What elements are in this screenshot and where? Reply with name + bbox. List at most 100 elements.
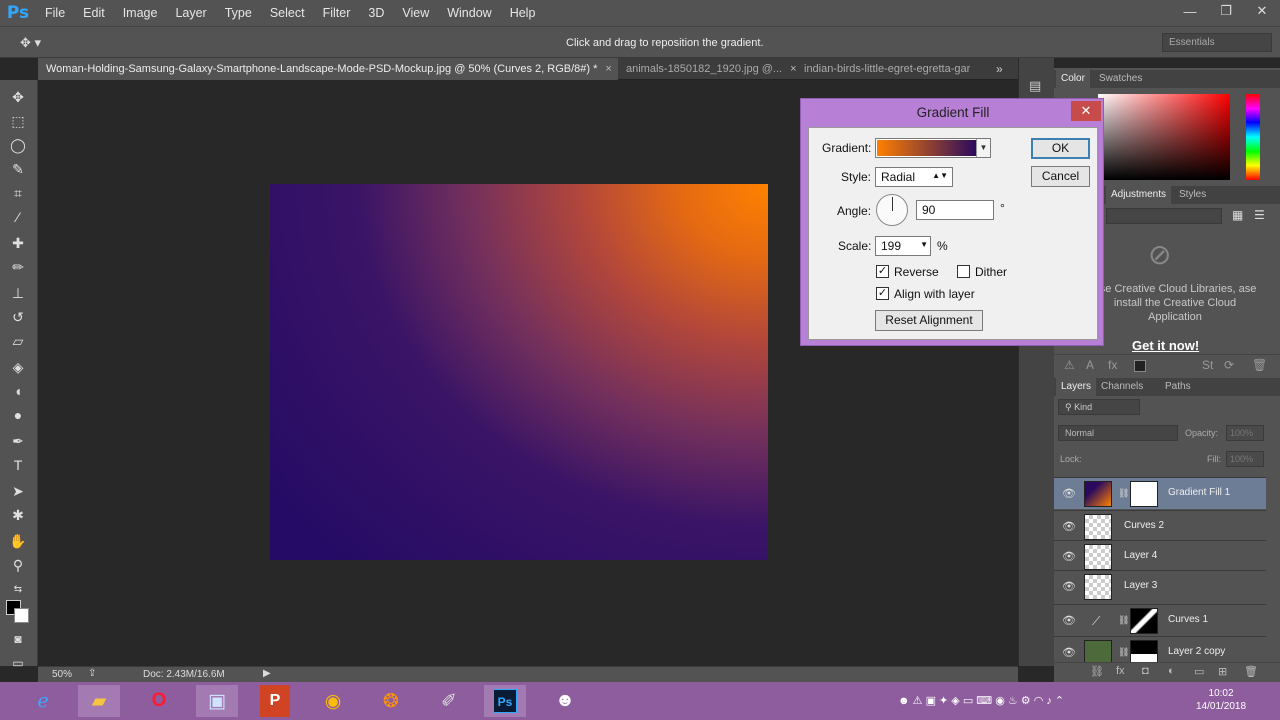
hue-slider[interactable] xyxy=(1246,94,1260,180)
tab-indian-birds[interactable]: indian-birds-little-egret-egretta-gar xyxy=(796,58,992,80)
layer-mask-thumbnail[interactable] xyxy=(1130,640,1158,662)
eraser-tool-icon[interactable]: ▱ xyxy=(7,330,29,352)
close-button[interactable]: ✕ xyxy=(1244,0,1280,22)
tab-close-icon[interactable]: × xyxy=(605,63,611,75)
tab-channels[interactable]: Channels xyxy=(1096,378,1148,396)
color-field[interactable] xyxy=(1098,94,1230,180)
layer-row-curves-2[interactable]: 👁 Curves 2 xyxy=(1054,510,1266,542)
zoom-tool-icon[interactable]: ⚲ xyxy=(7,554,29,576)
visibility-eye-icon[interactable]: 👁 xyxy=(1062,646,1076,659)
tray-gear-icon[interactable]: ⚙ xyxy=(1021,695,1034,707)
library-select[interactable] xyxy=(1106,208,1222,224)
gimp-icon[interactable]: ✐ xyxy=(428,685,470,717)
tray-app-icon[interactable]: ✦ xyxy=(939,695,951,707)
get-it-now-link[interactable]: Get it now! xyxy=(1132,338,1199,353)
style-dropdown-icon[interactable]: ▲▼ xyxy=(932,171,948,180)
layer-filter-select[interactable]: ⚲ Kind xyxy=(1058,399,1140,415)
healing-brush-tool-icon[interactable]: ✚ xyxy=(7,232,29,254)
eyedropper-tool-icon[interactable]: ⁄ xyxy=(7,206,29,228)
fx-icon[interactable]: fx xyxy=(1116,665,1125,677)
tray-discord-icon[interactable]: ☻ xyxy=(898,695,913,707)
menu-layer[interactable]: Layer xyxy=(166,0,215,26)
clone-stamp-tool-icon[interactable]: ⊥ xyxy=(7,282,29,304)
menu-type[interactable]: Type xyxy=(216,0,261,26)
style-select[interactable]: Radial ▲▼ xyxy=(875,167,953,187)
firefox-icon[interactable]: ❂ xyxy=(370,685,412,717)
tab-color[interactable]: Color xyxy=(1056,70,1090,88)
paint-bucket-tool-icon[interactable]: ◈ xyxy=(7,356,29,378)
clock[interactable]: 10:02 14/01/2018 xyxy=(1196,687,1246,713)
file-explorer-icon[interactable]: ▰ xyxy=(78,685,120,717)
history-panel-icon[interactable]: ▤ xyxy=(1029,78,1041,94)
stock-icon[interactable]: St xyxy=(1202,358,1213,372)
tray-monitor-icon[interactable]: ▭ xyxy=(963,695,976,707)
layer-row-layer-4[interactable]: 👁 Layer 4 xyxy=(1054,540,1266,572)
layer-row-layer-3[interactable]: 👁 Layer 3 xyxy=(1054,570,1266,602)
brush-tool-icon[interactable]: ✏ xyxy=(7,256,29,278)
gradient-preview[interactable] xyxy=(877,140,976,156)
screen-mode-icon[interactable]: ▭ xyxy=(7,652,29,674)
angle-dial[interactable] xyxy=(876,194,908,226)
menu-file[interactable]: File xyxy=(36,0,74,26)
move-tool-icon[interactable]: ✥ xyxy=(7,86,29,108)
gradient-dropdown-icon[interactable]: ▼ xyxy=(976,139,990,157)
tray-wifi-icon[interactable]: ◠ xyxy=(1034,695,1047,707)
history-brush-tool-icon[interactable]: ↺ xyxy=(7,306,29,328)
tray-keyboard-icon[interactable]: ⌨ xyxy=(976,695,995,707)
quick-mask-icon[interactable]: ◙ xyxy=(7,628,29,650)
ie-icon[interactable]: ℯ xyxy=(22,685,64,717)
blur-tool-icon[interactable]: ◖ xyxy=(7,380,29,402)
add-text-icon[interactable]: A xyxy=(1086,358,1094,372)
visibility-eye-icon[interactable]: 👁 xyxy=(1062,550,1076,563)
tab-adjustments[interactable]: Adjustments xyxy=(1106,186,1172,204)
link-icon[interactable]: ⛓ xyxy=(1118,488,1129,499)
background-color-swatch[interactable] xyxy=(14,608,29,623)
ok-button[interactable]: OK xyxy=(1031,138,1090,159)
tray-volume-icon[interactable]: ♪ xyxy=(1046,695,1055,707)
delete-layer-icon[interactable]: 🗑 xyxy=(1244,665,1258,678)
link-icon[interactable]: ⛓ xyxy=(1118,615,1129,626)
grid-view-icon[interactable]: ▦ xyxy=(1232,208,1243,222)
export-icon[interactable]: ⇪ xyxy=(88,668,96,679)
restore-button[interactable]: ❐ xyxy=(1208,0,1244,22)
marquee-tool-icon[interactable]: ⬚ xyxy=(7,110,29,132)
link-layers-icon[interactable]: ⛓ xyxy=(1090,665,1104,678)
add-content-icon[interactable]: ⚠ xyxy=(1064,358,1075,372)
move-tool-icon[interactable]: ✥ ▾ xyxy=(20,35,41,51)
tab-animals[interactable]: animals-1850182_1920.jpg @... × xyxy=(618,58,796,80)
visibility-eye-icon[interactable]: 👁 xyxy=(1062,614,1076,627)
tray-expand-icon[interactable]: ⌃ xyxy=(1055,695,1064,707)
add-mask-icon[interactable]: ◘ xyxy=(1142,665,1149,677)
tab-overflow-icon[interactable]: » xyxy=(996,58,1003,80)
tab-swatches[interactable]: Swatches xyxy=(1094,70,1147,88)
crop-tool-icon[interactable]: ⌗ xyxy=(7,182,29,204)
menu-window[interactable]: Window xyxy=(438,0,500,26)
layer-mask-thumbnail[interactable] xyxy=(1130,608,1158,634)
scale-dropdown-icon[interactable]: ▼ xyxy=(920,240,928,249)
zoom-level[interactable]: 50% xyxy=(52,669,72,680)
align-with-layer-checkbox[interactable]: ✓ xyxy=(876,287,889,300)
fill-input[interactable]: 100% xyxy=(1226,451,1264,467)
type-tool-icon[interactable]: T xyxy=(7,454,29,476)
photoshop-icon[interactable]: Ps xyxy=(484,685,526,717)
tray-flame-icon[interactable]: ♨ xyxy=(1008,695,1021,707)
tray-chrome-icon[interactable]: ◉ xyxy=(995,695,1008,707)
list-view-icon[interactable]: ☰ xyxy=(1254,208,1265,222)
trash-icon[interactable]: 🗑 xyxy=(1252,358,1267,372)
opera-icon[interactable]: O xyxy=(138,685,180,717)
sync-icon[interactable]: ⟳ xyxy=(1224,358,1234,372)
visibility-eye-icon[interactable]: 👁 xyxy=(1062,520,1076,533)
tray-network-icon[interactable]: ◈ xyxy=(951,695,963,707)
opacity-input[interactable]: 100% xyxy=(1226,425,1264,441)
tab-woman-mockup[interactable]: Woman-Holding-Samsung-Galaxy-Smartphone-… xyxy=(38,58,618,80)
layer-row-curves-1[interactable]: 👁 ⟋ ⛓ Curves 1 xyxy=(1054,604,1266,636)
powerpoint-icon[interactable]: P xyxy=(260,685,290,717)
menu-edit[interactable]: Edit xyxy=(74,0,114,26)
tab-styles[interactable]: Styles xyxy=(1174,186,1211,204)
path-select-tool-icon[interactable]: ➤ xyxy=(7,480,29,502)
lasso-tool-icon[interactable]: ◯ xyxy=(7,134,29,156)
new-layer-icon[interactable]: ⊞ xyxy=(1218,665,1227,678)
menu-3d[interactable]: 3D xyxy=(359,0,393,26)
pen-tool-icon[interactable]: ✒ xyxy=(7,430,29,452)
tray-image-icon[interactable]: ▣ xyxy=(926,695,939,707)
